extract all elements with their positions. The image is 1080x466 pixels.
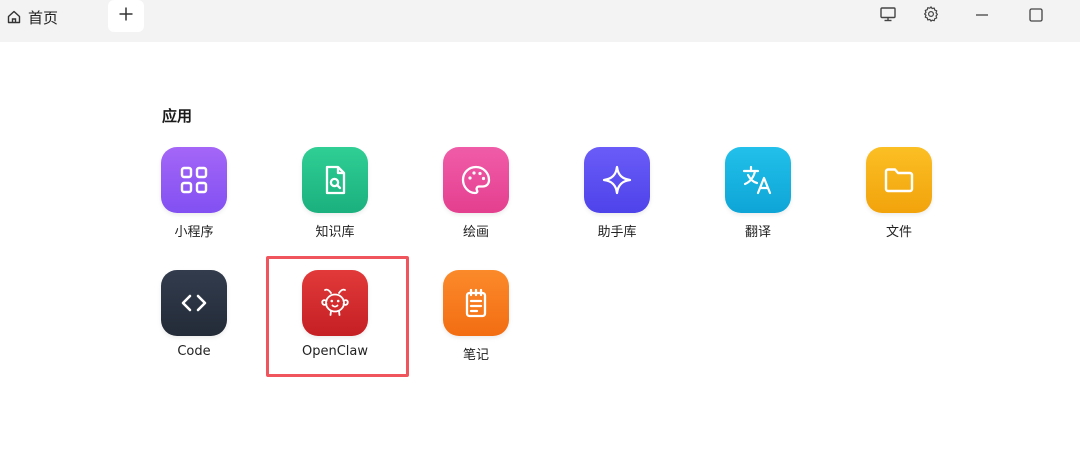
app-notes[interactable]: 笔记: [426, 270, 526, 370]
app-label: 知识库: [315, 225, 355, 240]
tab-home-label: 首页: [28, 8, 59, 27]
sparkle-icon: [584, 147, 650, 213]
app-label: 翻译: [744, 225, 771, 240]
title-bar: 首页: [0, 0, 1080, 42]
app-label: 助手库: [597, 225, 637, 240]
translate-icon: [725, 147, 791, 213]
tab-home[interactable]: 首页: [6, 6, 58, 28]
maximize-icon: [1029, 7, 1043, 26]
app-label: 笔记: [462, 348, 489, 363]
code-icon: [161, 270, 227, 336]
palette-icon: [443, 147, 509, 213]
document-search-icon: [302, 147, 368, 213]
app-label: 绘画: [462, 225, 489, 240]
folder-icon: [866, 147, 932, 213]
plus-icon: [118, 6, 134, 26]
app-mini-program[interactable]: 小程序: [144, 147, 244, 247]
display-button[interactable]: [877, 5, 899, 27]
settings-button[interactable]: [920, 5, 942, 27]
notepad-icon: [443, 270, 509, 336]
app-label: 文件: [885, 225, 912, 240]
app-knowledge-base[interactable]: 知识库: [285, 147, 385, 247]
grid-icon: [161, 147, 227, 213]
app-translate[interactable]: 翻译: [708, 147, 808, 247]
highlight-annotation-box: [266, 256, 409, 377]
app-files[interactable]: 文件: [849, 147, 949, 247]
new-tab-button[interactable]: [108, 0, 144, 32]
apps-section-title: 应用: [162, 107, 193, 125]
home-icon: [6, 9, 22, 25]
app-label: Code: [177, 344, 211, 359]
minimize-icon: [975, 7, 989, 26]
maximize-button[interactable]: [1025, 5, 1047, 27]
gear-icon: [922, 5, 940, 27]
app-drawing[interactable]: 绘画: [426, 147, 526, 247]
monitor-icon: [879, 5, 897, 27]
app-assistant-library[interactable]: 助手库: [567, 147, 667, 247]
app-code[interactable]: Code: [144, 270, 244, 370]
app-label: 小程序: [174, 225, 214, 240]
minimize-button[interactable]: [971, 5, 993, 27]
